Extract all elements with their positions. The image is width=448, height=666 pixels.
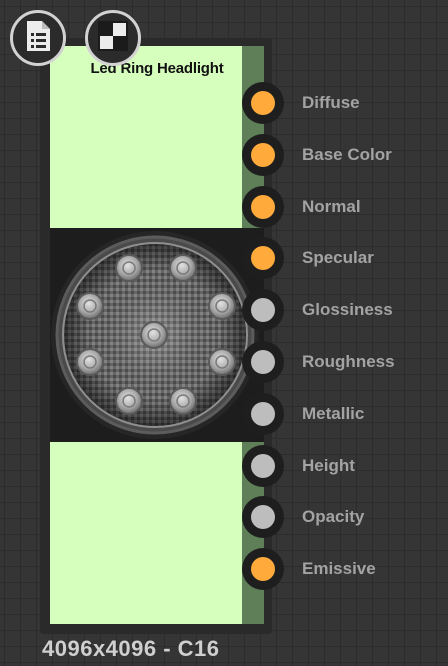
node-resolution-label: 4096x4096 - C16 <box>42 636 220 661</box>
port-label-specular: Specular <box>302 248 374 267</box>
port-dot <box>251 454 275 478</box>
port-dot <box>251 402 275 426</box>
port-dot <box>251 350 275 374</box>
port-height[interactable] <box>242 445 284 487</box>
port-dot <box>251 505 275 529</box>
port-metallic[interactable] <box>242 393 284 435</box>
port-roughness[interactable] <box>242 341 284 383</box>
port-label-normal: Normal <box>302 197 361 216</box>
document-button[interactable] <box>10 10 66 66</box>
port-label-metallic: Metallic <box>302 404 365 423</box>
port-label-height: Height <box>302 456 355 475</box>
port-label-roughness: Roughness <box>302 352 395 371</box>
port-dot <box>251 298 275 322</box>
port-dot <box>251 557 275 581</box>
port-glossiness[interactable] <box>242 289 284 331</box>
port-normal[interactable] <box>242 186 284 228</box>
port-label-emissive: Emissive <box>302 559 376 578</box>
document-list-icon <box>24 20 52 57</box>
port-diffuse[interactable] <box>242 82 284 124</box>
checkerboard-icon <box>98 20 128 56</box>
port-base-color[interactable] <box>242 134 284 176</box>
material-preview-thumbnail <box>50 228 264 442</box>
port-dot <box>251 246 275 270</box>
port-dot <box>251 195 275 219</box>
port-specular[interactable] <box>242 237 284 279</box>
port-emissive[interactable] <box>242 548 284 590</box>
port-label-opacity: Opacity <box>302 507 365 526</box>
port-label-diffuse: Diffuse <box>302 93 360 112</box>
port-label-base-color: Base Color <box>302 145 392 164</box>
checkerboard-toggle-button[interactable] <box>85 10 141 66</box>
port-dot <box>251 143 275 167</box>
node-title: Led Ring Headlight <box>90 60 224 77</box>
port-label-glossiness: Glossiness <box>302 300 393 319</box>
port-opacity[interactable] <box>242 496 284 538</box>
port-dot <box>251 91 275 115</box>
